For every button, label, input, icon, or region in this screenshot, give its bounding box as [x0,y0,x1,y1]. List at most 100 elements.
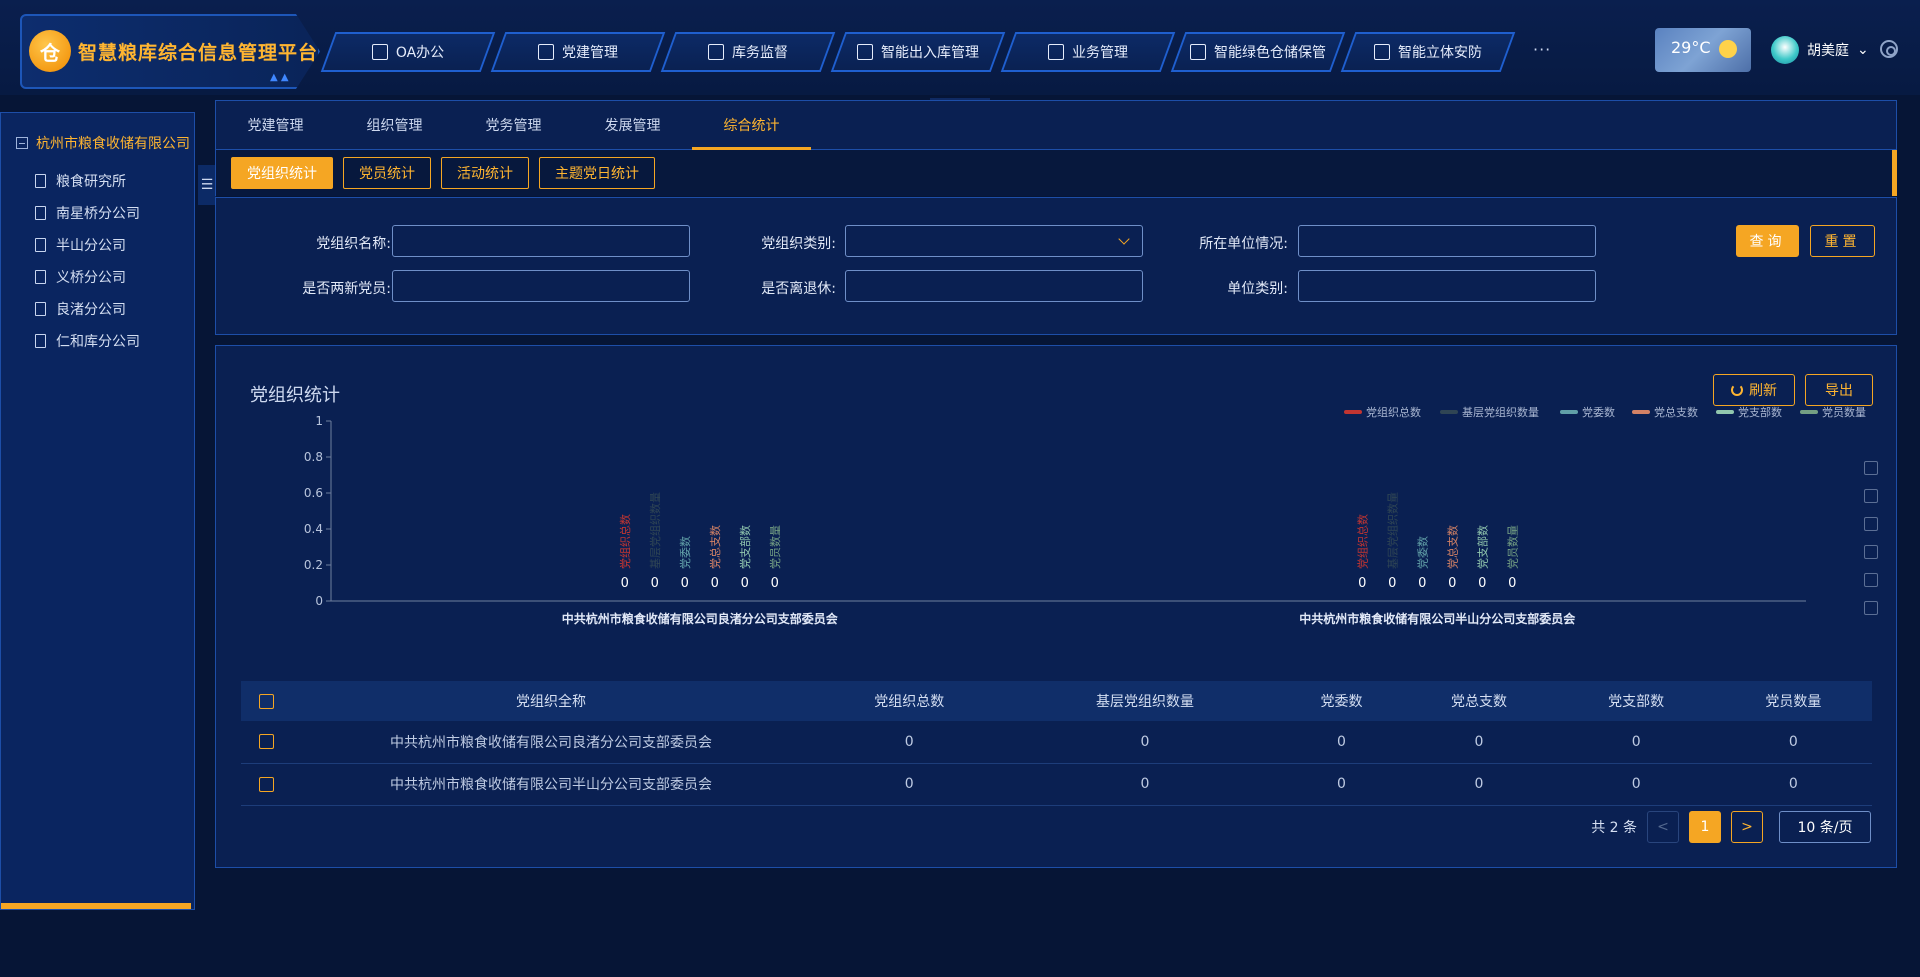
nav-label: 智能出入库管理 [881,45,979,61]
y-tick-label: 0.8 [304,450,323,464]
row-checkbox[interactable] [258,776,274,792]
tree-item[interactable]: 南星桥分公司 [35,197,140,229]
nav-party-building[interactable]: 党建管理 [498,32,658,72]
bar-value-label: 0 [711,576,719,591]
data-view-icon[interactable] [1864,461,1878,475]
page-1-button[interactable]: 1 [1689,811,1721,843]
file-icon [35,302,46,316]
nav-business[interactable]: 业务管理 [1008,32,1168,72]
table-cell: 中共杭州市粮食收储有限公司半山分公司支部委员会 [291,763,811,806]
next-page-button[interactable]: > [1731,811,1763,843]
tab-organization[interactable]: 组织管理 [335,101,454,149]
tab-party-affairs[interactable]: 党务管理 [454,101,573,149]
tab-party-building[interactable]: 党建管理 [216,101,335,149]
reset-button[interactable]: 重置 [1810,225,1875,257]
unit-type-input[interactable] [1298,270,1596,302]
tree-item[interactable]: 粮食研究所 [35,165,140,197]
bar-value-label: 0 [681,576,689,591]
line-chart-icon [708,44,724,60]
table-cell: 0 [1714,763,1872,806]
query-button[interactable]: 查询 [1736,225,1799,257]
subtab-activity-stats[interactable]: 活动统计 [441,157,529,189]
pagination: 共 2 条 < 1 > 10 条/页 [1591,811,1871,843]
prev-page-button[interactable]: < [1647,811,1679,843]
bar-series-label: 党组织总数 [618,514,632,569]
nav-oa[interactable]: OA办公 [328,32,488,72]
legend-label: 基层党组织数量 [1462,405,1539,419]
unit-type-label: 单位类别: [1227,281,1288,297]
stack-icon[interactable] [1864,545,1878,559]
page-size-select[interactable]: 10 条/页 [1779,811,1871,843]
bar-value-label: 0 [1508,576,1516,591]
list-toggle-icon[interactable]: ☰ [198,165,216,205]
nav-label: 智能绿色仓储保管 [1214,45,1326,61]
two-new-input[interactable] [392,270,690,302]
org-type-label: 党组织类别: [761,236,836,252]
nav-label: 党建管理 [562,45,618,61]
granary-logo-icon: 仓 [29,30,71,72]
sidebar-accent-bar [1,903,191,909]
bag-icon [371,44,388,60]
alarm-icon [1374,44,1390,60]
tree-root[interactable]: 杭州市粮食收储有限公司 [16,133,190,153]
nav-security[interactable]: 智能立体安防 [1348,32,1508,72]
collapse-icon[interactable] [16,137,28,149]
bar-series-label: 基层党组织数量 [648,492,662,569]
org-name-input[interactable] [392,225,690,257]
col-header: 党员数量 [1714,681,1872,721]
file-icon [35,206,46,220]
subtab-member-stats[interactable]: 党员统计 [343,157,431,189]
tree-item[interactable]: 半山分公司 [35,229,140,261]
download-icon[interactable] [1864,601,1878,615]
legend-swatch [1344,410,1362,414]
org-stats-table: 党组织全称 党组织总数 基层党组织数量 党委数 党总支数 党支部数 党员数量 中… [241,681,1872,806]
user-menu[interactable]: 胡美庭 ⌄ [1771,36,1869,64]
retired-input[interactable] [845,270,1143,302]
gear-icon[interactable] [1880,40,1898,58]
monitor-icon [1190,44,1206,60]
table-cell: 0 [1714,721,1872,764]
y-tick-label: 0.2 [304,558,323,572]
y-tick-label: 0.6 [304,486,323,500]
tab-development[interactable]: 发展管理 [573,101,692,149]
org-type-select[interactable] [845,225,1143,257]
legend-label: 党总支数 [1654,405,1698,419]
tree-item[interactable]: 良渚分公司 [35,293,140,325]
nav-green-storage[interactable]: 智能绿色仓储保管 [1178,32,1338,72]
tree-item[interactable]: 仁和库分公司 [35,325,140,357]
table-header-row: 党组织全称 党组织总数 基层党组织数量 党委数 党总支数 党支部数 党员数量 [241,681,1872,721]
org-tree-sidebar: 杭州市粮食收储有限公司 粮食研究所 南星桥分公司 半山分公司 义桥分公司 良渚分… [0,112,195,910]
subtab-org-stats[interactable]: 党组织统计 [231,157,333,189]
tree-item-label: 义桥分公司 [56,270,126,286]
tab-statistics[interactable]: 综合统计 [692,101,811,150]
nav-label: 库务监督 [732,45,788,61]
bar-series-label: 基层党组织数量 [1385,492,1399,569]
table-row: 中共杭州市粮食收储有限公司良渚分公司支部委员会 0 0 0 0 0 0 [241,721,1872,764]
line-switch-icon[interactable] [1864,489,1878,503]
legend-swatch [1716,410,1734,414]
row-checkbox[interactable] [258,734,274,750]
select-all-checkbox[interactable] [258,693,274,709]
nav-more-button[interactable]: ··· [1533,40,1551,59]
bar-switch-icon[interactable] [1864,517,1878,531]
table-cell: 0 [1282,721,1401,764]
bar-value-label: 0 [1388,576,1396,591]
legend-label: 党委数 [1582,406,1615,419]
unit-status-input[interactable] [1298,225,1596,257]
nav-depot-supervision[interactable]: 库务监督 [668,32,828,72]
top-header: 仓 智慧粮库综合信息管理平台 ▲ ▲ OA办公 党建管理 库务监督 智能出入库管… [0,0,1920,95]
subtab-theme-day-stats[interactable]: 主题党日统计 [539,157,655,189]
org-name-label: 党组织名称: [316,236,391,252]
table-cell: 0 [1557,763,1715,806]
app-title: 智慧粮库综合信息管理平台 [78,42,319,64]
legend-swatch [1440,410,1458,414]
nav-inout-management[interactable]: 智能出入库管理 [838,32,998,72]
filter-panel: 党组织名称: 党组织类别: 所在单位情况: 是否两新党员: 是否离退休: 单位类… [215,197,1897,335]
table-cell: 0 [811,721,1008,764]
two-new-label: 是否两新党员: [302,281,391,297]
tree-item[interactable]: 义桥分公司 [35,261,140,293]
avatar [1771,36,1799,64]
restore-icon[interactable] [1864,573,1878,587]
book-icon [1048,44,1064,60]
weather-widget: 29°C [1655,28,1751,72]
